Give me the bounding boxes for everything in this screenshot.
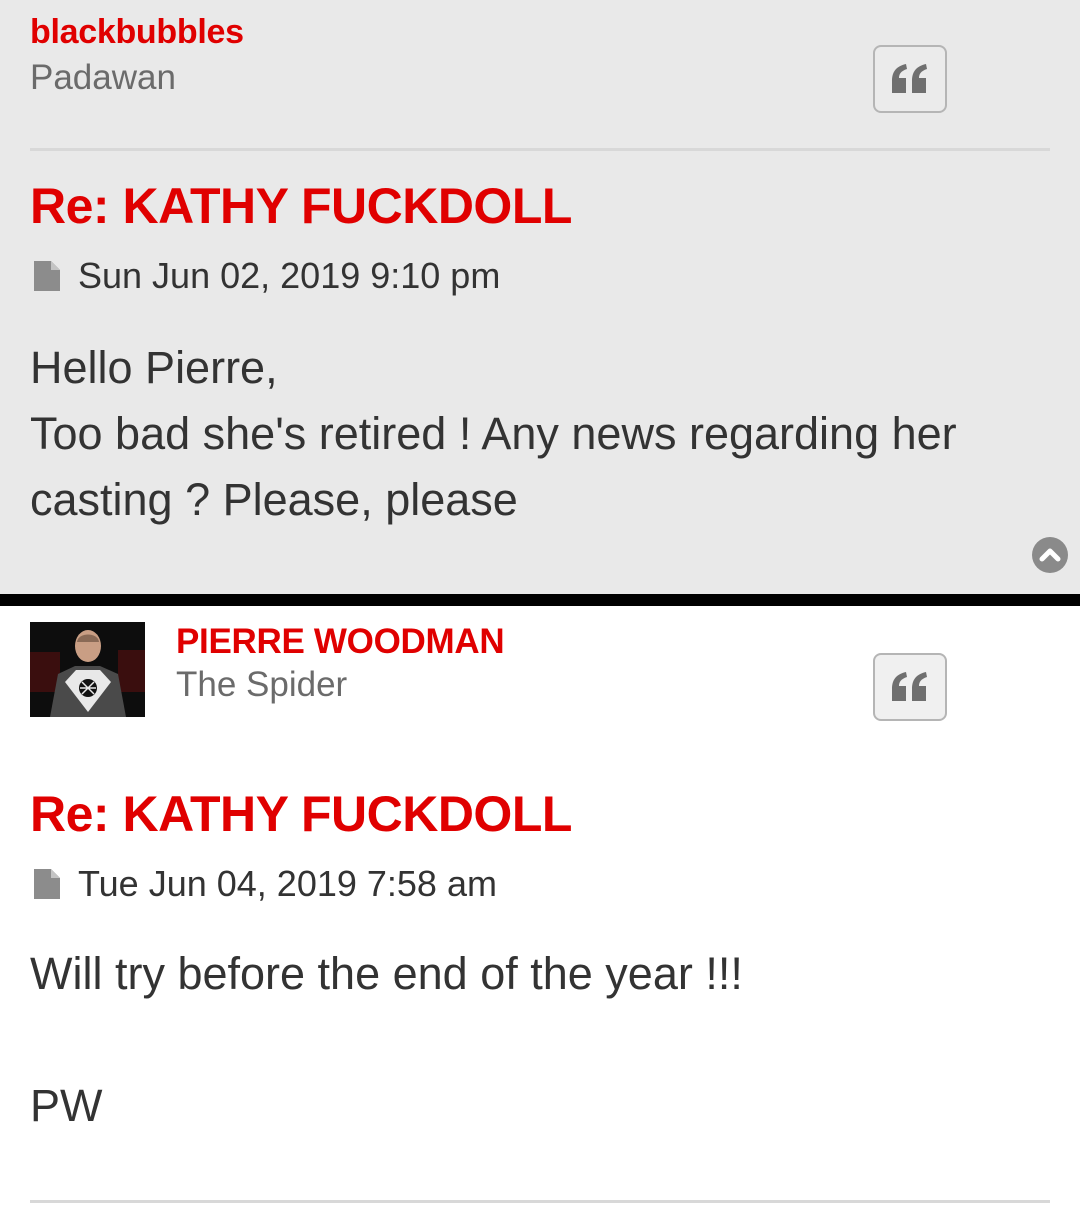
post-line: Will try before the end of the year !!! <box>30 948 743 999</box>
post-header-divider <box>30 148 1050 151</box>
quote-icon <box>892 672 927 701</box>
chevron-up-icon <box>1039 548 1061 562</box>
quote-icon <box>892 64 927 93</box>
post-blackbubbles: blackbubbles Padawan Re: KATHY FUCKDOLL … <box>0 0 1080 594</box>
post-line <box>30 1007 1050 1073</box>
post-line: PW <box>30 1080 103 1131</box>
post-meta: Tue Jun 04, 2019 7:58 am <box>32 863 497 905</box>
quote-button[interactable] <box>873 653 947 721</box>
post-date: Sun Jun 02, 2019 9:10 pm <box>78 255 501 296</box>
post-author-rank: Padawan <box>30 58 176 97</box>
quote-button[interactable] <box>873 45 947 113</box>
post-title-link[interactable]: Re: KATHY FUCKDOLL <box>30 177 572 235</box>
post-author-link[interactable]: PIERRE WOODMAN <box>176 622 505 662</box>
avatar-image <box>30 622 145 717</box>
post-meta: Sun Jun 02, 2019 9:10 pm <box>32 255 500 297</box>
post-title-link[interactable]: Re: KATHY FUCKDOLL <box>30 785 572 843</box>
post-line: Too bad she's retired ! Any news regardi… <box>30 408 957 525</box>
avatar[interactable] <box>30 622 145 717</box>
post-line: Hello Pierre, <box>30 342 278 393</box>
file-icon[interactable] <box>32 259 62 293</box>
post-footer-divider <box>30 1200 1050 1203</box>
back-to-top-button[interactable] <box>1032 537 1068 573</box>
post-date: Tue Jun 04, 2019 7:58 am <box>78 863 497 904</box>
post-author-link[interactable]: blackbubbles <box>30 13 244 52</box>
post-pierre-woodman: PIERRE WOODMAN The Spider Re: KATHY FUCK… <box>0 606 1080 1206</box>
file-icon[interactable] <box>32 867 62 901</box>
post-content: Will try before the end of the year !!! … <box>30 941 1050 1139</box>
post-author-rank: The Spider <box>176 665 348 704</box>
post-content: Hello Pierre, Too bad she's retired ! An… <box>30 335 1050 533</box>
post-separator <box>0 594 1080 606</box>
